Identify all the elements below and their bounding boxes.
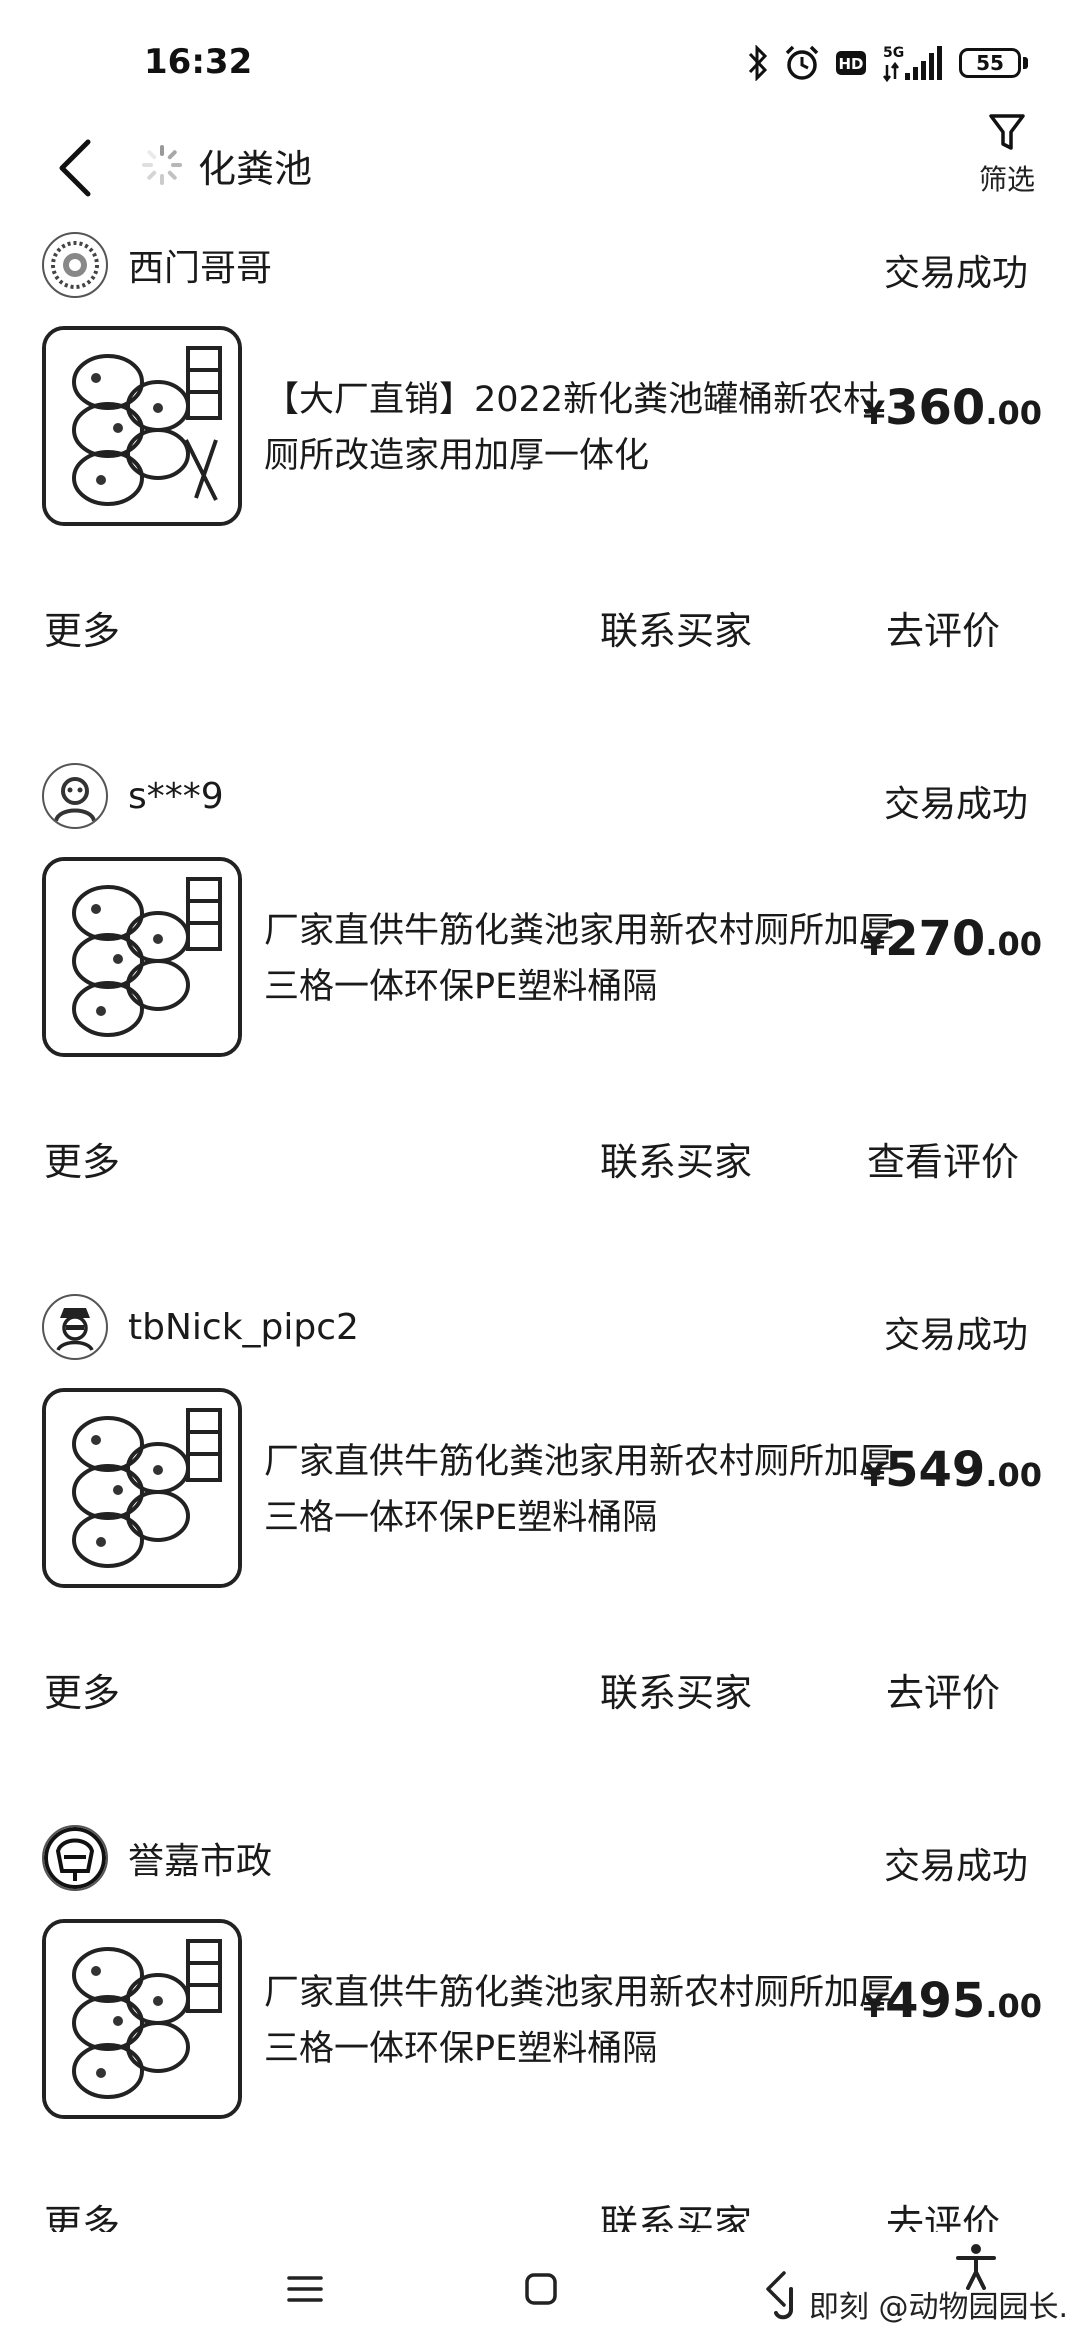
menu-button[interactable]: [270, 2254, 340, 2324]
alarm-icon: [783, 44, 821, 82]
filter-label: 筛选: [978, 163, 1035, 196]
order-card: tbNick_pipc2 交易成功 厂家直供牛筋化粪池家用新农村厕所加厚三格一体…: [0, 1284, 1080, 1815]
price-decimal: .00: [985, 1456, 1042, 1494]
back-button[interactable]: [44, 128, 104, 208]
seller-name: tbNick_pipc2: [128, 1306, 359, 1348]
price-integer: 495: [885, 1973, 986, 2029]
filter-button[interactable]: 筛选: [962, 110, 1052, 220]
hd-label: HD: [838, 55, 863, 73]
product-title: 【大厂直销】2022新化粪池罐桶新农村厕所改造家用加厚一体化: [264, 380, 879, 476]
price-integer: 549: [885, 1442, 986, 1498]
product-title: 厂家直供牛筋化粪池家用新农村厕所加厚三格一体环保PE塑料桶隔: [264, 1442, 895, 1538]
more-button[interactable]: 更多: [44, 600, 120, 655]
product-image: [42, 857, 242, 1057]
product-image: [42, 326, 242, 526]
status-time: 16:32: [144, 42, 253, 82]
battery-level: 55: [959, 48, 1021, 78]
trade-status: 交易成功: [883, 1846, 1028, 1887]
header: 化粪池 筛选: [0, 110, 1080, 220]
status-icons: HD 5G 55: [747, 38, 1028, 88]
product-price: ¥270.00: [863, 911, 1042, 967]
jike-logo-icon: [773, 2287, 793, 2320]
trade-status: 交易成功: [883, 253, 1028, 294]
contact-buyer-button[interactable]: 联系买家: [600, 600, 752, 655]
trade-status: 交易成功: [883, 784, 1028, 825]
order-card: 西门哥哥 交易成功 【大厂直销】2022新化粪池罐桶新农村厕所改造家用加厚一体化: [0, 222, 1080, 753]
price-currency: ¥: [862, 1987, 886, 2025]
watermark-text: 即刻 @动物园园长.: [808, 2290, 1068, 2325]
hd-icon: HD: [835, 49, 867, 77]
seller-name: 西门哥哥: [128, 248, 273, 289]
price-decimal: .00: [985, 925, 1042, 963]
search-field[interactable]: 化粪池: [140, 130, 312, 200]
price-currency: ¥: [862, 394, 886, 432]
seller-row[interactable]: 誉嘉市政: [42, 1823, 272, 1893]
view-review-button[interactable]: 查看评价: [858, 1131, 1028, 1186]
product-row[interactable]: 厂家直供牛筋化粪池家用新农村厕所加厚三格一体环保PE塑料桶隔 ¥495.00: [42, 1919, 1042, 2119]
avatar: [42, 232, 108, 298]
product-price: ¥549.00: [863, 1442, 1042, 1498]
contact-buyer-button[interactable]: 联系买家: [600, 1662, 752, 1717]
home-icon: [525, 2273, 557, 2305]
filter-icon: [989, 114, 1025, 150]
action-row: 更多 联系买家 去评价: [0, 590, 1080, 660]
avatar: [42, 1294, 108, 1360]
more-button[interactable]: 更多: [44, 1131, 120, 1186]
order-list: 西门哥哥 交易成功 【大厂直销】2022新化粪池罐桶新农村厕所改造家用加厚一体化: [0, 222, 1080, 2346]
avatar: [42, 763, 108, 829]
seller-name: s***9: [128, 775, 224, 817]
product-row[interactable]: 厂家直供牛筋化粪池家用新农村厕所加厚三格一体环保PE塑料桶隔 ¥270.00: [42, 857, 1042, 1057]
product-price: ¥360.00: [863, 380, 1042, 436]
price-integer: 270: [885, 911, 986, 967]
action-row: 更多 联系买家 查看评价: [0, 1121, 1080, 1191]
order-card: s***9 交易成功 厂家直供牛筋化粪池家用新农村厕所加厚三格一体环保PE塑料桶…: [0, 753, 1080, 1284]
contact-buyer-button[interactable]: 联系买家: [600, 1131, 752, 1186]
product-title: 厂家直供牛筋化粪池家用新农村厕所加厚三格一体环保PE塑料桶隔: [264, 1973, 895, 2069]
seller-name: 誉嘉市政: [128, 1841, 273, 1882]
system-nav-bar: 即刻 @动物园园长.: [0, 2232, 1080, 2340]
price-integer: 360: [885, 380, 986, 436]
battery-icon: 55: [959, 48, 1028, 78]
signal-icon: 5G: [881, 43, 945, 83]
loading-spinner-icon: [142, 145, 182, 185]
action-row: 更多 联系买家 去评价: [0, 1652, 1080, 1722]
product-price: ¥495.00: [863, 1973, 1042, 2029]
price-currency: ¥: [862, 1456, 886, 1494]
home-button[interactable]: [506, 2254, 576, 2324]
price-currency: ¥: [862, 925, 886, 963]
bluetooth-icon: [747, 45, 769, 81]
price-decimal: .00: [985, 1987, 1042, 2025]
seller-row[interactable]: s***9: [42, 761, 224, 831]
menu-icon: [287, 2276, 323, 2302]
product-image: [42, 1919, 242, 2119]
avatar: [42, 1825, 108, 1891]
trade-status: 交易成功: [883, 1315, 1028, 1356]
review-button[interactable]: 去评价: [858, 600, 1028, 655]
chevron-left-icon: [59, 139, 91, 197]
seller-row[interactable]: tbNick_pipc2: [42, 1292, 359, 1362]
product-title: 厂家直供牛筋化粪池家用新农村厕所加厚三格一体环保PE塑料桶隔: [264, 911, 895, 1007]
review-button[interactable]: 去评价: [858, 1662, 1028, 1717]
watermark: 即刻 @动物园园长.: [771, 2282, 1068, 2326]
price-decimal: .00: [985, 394, 1042, 432]
product-image: [42, 1388, 242, 1588]
status-bar: 16:32 HD 5G 55: [0, 0, 1080, 120]
network-label: 5G: [883, 45, 904, 61]
product-row[interactable]: 【大厂直销】2022新化粪池罐桶新农村厕所改造家用加厚一体化 ¥360.00: [42, 326, 1042, 526]
product-row[interactable]: 厂家直供牛筋化粪池家用新农村厕所加厚三格一体环保PE塑料桶隔 ¥549.00: [42, 1388, 1042, 1588]
search-query: 化粪池: [198, 146, 313, 191]
more-button[interactable]: 更多: [44, 1662, 120, 1717]
seller-row[interactable]: 西门哥哥: [42, 230, 272, 300]
